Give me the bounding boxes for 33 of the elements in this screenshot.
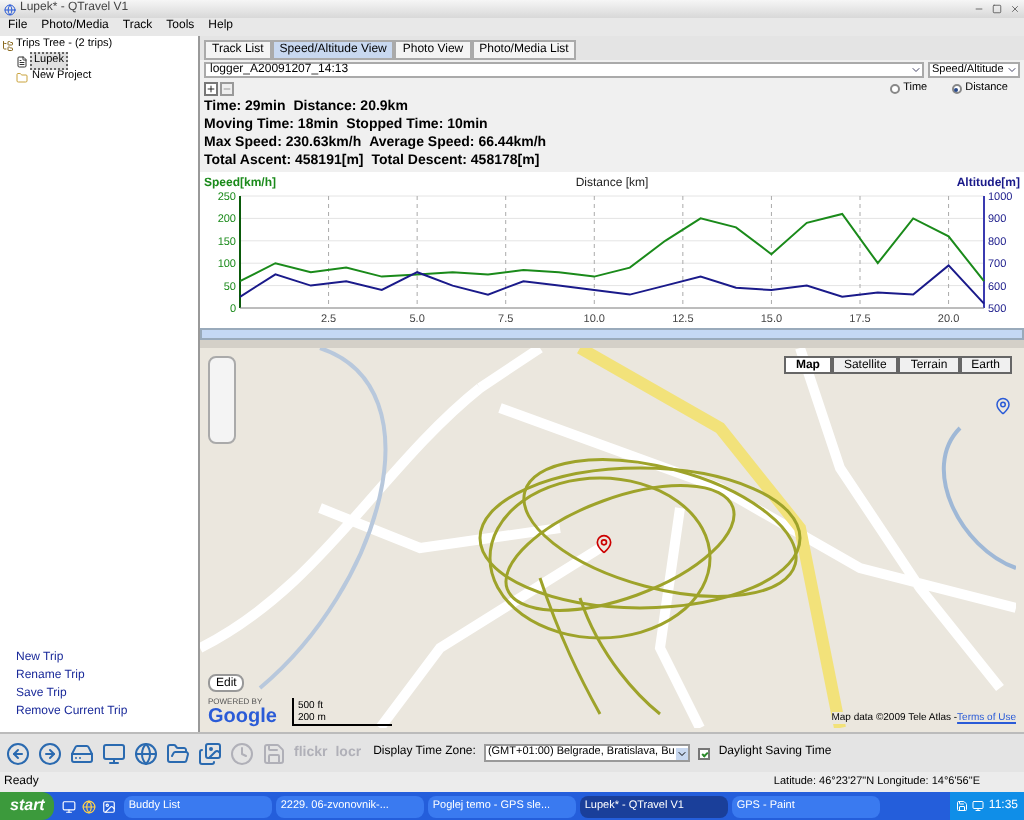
maximize-icon[interactable] — [992, 4, 1002, 14]
radio-button[interactable] — [889, 84, 900, 94]
start-button[interactable]: start — [0, 792, 55, 820]
device-icon[interactable] — [70, 741, 94, 765]
app-icon — [4, 3, 16, 15]
radio-button[interactable] — [951, 84, 962, 94]
folder-icon[interactable] — [166, 741, 190, 765]
computer-icon[interactable] — [102, 741, 126, 765]
dropdown-icon — [676, 747, 689, 759]
tray-icon[interactable] — [956, 800, 969, 812]
google-logo: Google — [208, 706, 277, 728]
desktop-icon[interactable] — [62, 799, 77, 813]
zoom-in-button[interactable] — [204, 82, 218, 96]
y-axis — [239, 195, 241, 309]
dropdown-icon — [1006, 64, 1018, 76]
horizontal-scrollbar[interactable] — [200, 328, 1024, 340]
minus-icon — [222, 84, 232, 94]
browser-icon[interactable] — [82, 799, 97, 813]
scale-bar — [292, 698, 392, 726]
position-marker-icon — [594, 534, 614, 554]
globe-icon[interactable] — [134, 741, 158, 765]
street-view-icon[interactable] — [994, 396, 1012, 416]
zoom-out-button[interactable] — [220, 82, 234, 96]
y2-axis — [983, 195, 985, 309]
dropdown-icon — [910, 64, 922, 76]
trip-icon — [16, 55, 28, 67]
picture-icon[interactable] — [102, 799, 117, 813]
plus-icon — [206, 84, 216, 94]
project-icon — [16, 71, 28, 83]
dst-checkbox[interactable] — [698, 747, 711, 759]
tray-icon[interactable] — [972, 800, 985, 812]
tree-icon — [2, 39, 14, 51]
images-icon[interactable] — [198, 741, 222, 765]
